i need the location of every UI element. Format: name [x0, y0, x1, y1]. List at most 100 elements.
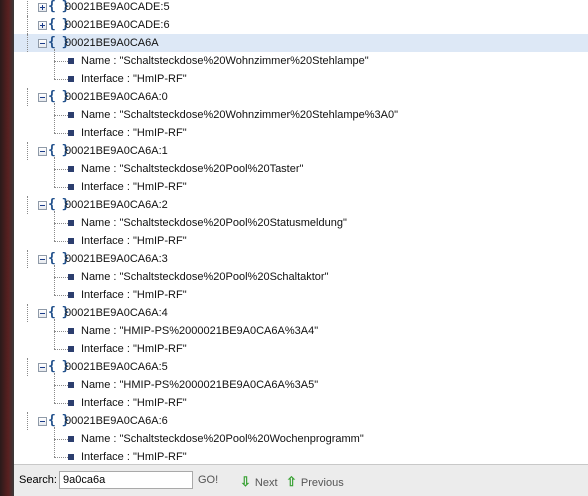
property-leaf-icon	[68, 112, 74, 118]
tree-node-row[interactable]: { } 00021BE9A0CADE:6	[14, 16, 588, 34]
tree-node-label: 00021BE9A0CA6A:3	[65, 253, 168, 265]
object-tree[interactable]: { } 00021BE9A0CADE:5{ } 00021BE9A0CADE:6{ …	[14, 0, 588, 464]
tree-connector-line	[54, 457, 68, 458]
tree-connector-line	[54, 169, 68, 170]
tree-connector-line	[54, 223, 68, 224]
tree-property-row[interactable]: Name : "Schaltsteckdose%20Wohnzimmer%20S…	[14, 52, 588, 70]
object-braces-icon: { }	[48, 197, 69, 212]
collapse-icon[interactable]	[38, 309, 47, 318]
tree-connector-line	[27, 16, 28, 34]
next-label: Next	[254, 477, 278, 489]
tree-connector-line	[27, 250, 28, 268]
collapse-icon[interactable]	[38, 93, 47, 102]
tree-connector-line	[54, 79, 68, 80]
tree-node-row[interactable]: { } 00021BE9A0CA6A:5	[14, 358, 588, 376]
tree-property-label: Interface : "HmIP-RF"	[81, 73, 187, 85]
tree-property-row[interactable]: Name : "Schaltsteckdose%20Pool%20Wochenp…	[14, 430, 588, 448]
property-leaf-icon	[68, 454, 74, 460]
tree-property-row[interactable]: Name : "Schaltsteckdose%20Wohnzimmer%20S…	[14, 106, 588, 124]
tree-connector-line	[54, 157, 55, 187]
tree-property-row[interactable]: Name : "Schaltsteckdose%20Pool%20Taster"	[14, 160, 588, 178]
tree-connector-line	[27, 304, 28, 322]
tree-property-row[interactable]: Name : "HMIP-PS%2000021BE9A0CA6A%3A5"	[14, 376, 588, 394]
go-button[interactable]: GO!	[198, 474, 218, 486]
collapse-icon[interactable]	[38, 39, 47, 48]
tree-property-label: Name : "Schaltsteckdose%20Pool%20Statusm…	[81, 217, 347, 229]
tree-connector-line	[27, 358, 28, 376]
property-leaf-icon	[68, 220, 74, 226]
property-leaf-icon	[68, 382, 74, 388]
tree-node-row[interactable]: { } 00021BE9A0CA6A:1	[14, 142, 588, 160]
tree-property-row[interactable]: Interface : "HmIP-RF"	[14, 340, 588, 358]
left-window-edge	[0, 0, 14, 496]
next-button[interactable]: ⇩ Next	[240, 474, 278, 490]
search-input[interactable]	[59, 471, 193, 489]
tree-property-row[interactable]: Interface : "HmIP-RF"	[14, 124, 588, 142]
property-leaf-icon	[68, 346, 74, 352]
object-braces-icon: { }	[48, 251, 69, 266]
object-braces-icon: { }	[48, 413, 69, 428]
tree-node-label: 00021BE9A0CADE:6	[65, 19, 170, 31]
tree-property-row[interactable]: Name : "Schaltsteckdose%20Pool%20Schalta…	[14, 268, 588, 286]
arrow-down-icon: ⇩	[240, 474, 251, 489]
property-leaf-icon	[68, 436, 74, 442]
tree-property-row[interactable]: Interface : "HmIP-RF"	[14, 394, 588, 412]
tree-connector-line	[54, 385, 68, 386]
tree-connector-line	[54, 439, 68, 440]
tree-node-row[interactable]: { } 00021BE9A0CA6A:3	[14, 250, 588, 268]
tree-connector-line	[27, 88, 28, 106]
collapse-icon[interactable]	[38, 363, 47, 372]
property-leaf-icon	[68, 292, 74, 298]
tree-property-row[interactable]: Interface : "HmIP-RF"	[14, 70, 588, 88]
tree-connector-line	[54, 115, 68, 116]
property-leaf-icon	[68, 238, 74, 244]
tree-node-label: 00021BE9A0CA6A:1	[65, 145, 168, 157]
property-leaf-icon	[68, 184, 74, 190]
tree-property-label: Name : "Schaltsteckdose%20Pool%20Schalta…	[81, 271, 329, 283]
property-leaf-icon	[68, 58, 74, 64]
tree-connector-line	[27, 34, 28, 52]
tree-connector-line	[54, 349, 68, 350]
collapse-icon[interactable]	[38, 417, 47, 426]
tree-connector-line	[27, 142, 28, 160]
tree-node-label: 00021BE9A0CA6A	[65, 37, 159, 49]
tree-node-label: 00021BE9A0CA6A:5	[65, 361, 168, 373]
tree-connector-line	[54, 373, 55, 403]
expand-icon[interactable]	[38, 21, 47, 30]
tree-node-row[interactable]: { } 00021BE9A0CA6A:4	[14, 304, 588, 322]
tree-property-row[interactable]: Interface : "HmIP-RF"	[14, 178, 588, 196]
tree-connector-line	[27, 196, 28, 214]
tree-node-row[interactable]: { } 00021BE9A0CA6A:2	[14, 196, 588, 214]
tree-property-label: Interface : "HmIP-RF"	[81, 343, 187, 355]
tree-property-row[interactable]: Interface : "HmIP-RF"	[14, 286, 588, 304]
tree-node-label: 00021BE9A0CA6A:4	[65, 307, 168, 319]
collapse-icon[interactable]	[38, 147, 47, 156]
collapse-icon[interactable]	[38, 255, 47, 264]
tree-node-label: 00021BE9A0CA6A:0	[65, 91, 168, 103]
previous-button[interactable]: ⇧ Previous	[286, 474, 344, 490]
tree-node-label: 00021BE9A0CA6A:6	[65, 415, 168, 427]
tree-property-row[interactable]: Name : "HMIP-PS%2000021BE9A0CA6A%3A4"	[14, 322, 588, 340]
tree-connector-line	[54, 331, 68, 332]
tree-connector-line	[54, 403, 68, 404]
property-leaf-icon	[68, 76, 74, 82]
search-label: Search:	[19, 474, 57, 486]
collapse-icon[interactable]	[38, 201, 47, 210]
tree-property-row[interactable]: Interface : "HmIP-RF"	[14, 232, 588, 250]
tree-connector-line	[54, 49, 55, 79]
tree-connector-line	[54, 277, 68, 278]
tree-connector-line	[54, 265, 55, 295]
property-leaf-icon	[68, 400, 74, 406]
tree-property-row[interactable]: Name : "Schaltsteckdose%20Pool%20Statusm…	[14, 214, 588, 232]
tree-property-row[interactable]: Interface : "HmIP-RF"	[14, 448, 588, 464]
object-braces-icon: { }	[48, 89, 69, 104]
tree-node-row[interactable]: { } 00021BE9A0CA6A	[14, 34, 588, 52]
object-braces-icon: { }	[48, 305, 69, 320]
tree-node-row[interactable]: { } 00021BE9A0CADE:5	[14, 0, 588, 16]
tree-node-row[interactable]: { } 00021BE9A0CA6A:6	[14, 412, 588, 430]
tree-connector-line	[27, 412, 28, 430]
tree-property-label: Interface : "HmIP-RF"	[81, 289, 187, 301]
tree-node-row[interactable]: { } 00021BE9A0CA6A:0	[14, 88, 588, 106]
arrow-up-icon: ⇧	[286, 474, 297, 489]
expand-icon[interactable]	[38, 3, 47, 12]
